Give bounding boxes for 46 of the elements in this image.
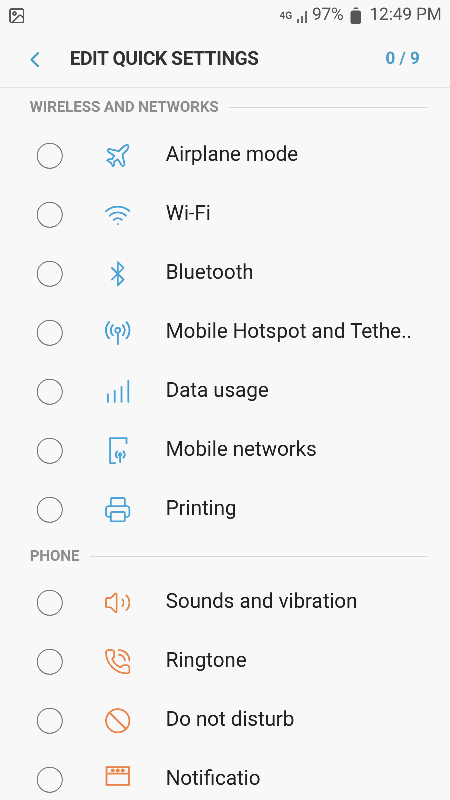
setting-label: Airplane mode <box>166 142 298 170</box>
settings-row[interactable]: Notificatio <box>0 750 450 800</box>
setting-label: Sounds and vibration <box>166 589 358 616</box>
settings-row[interactable]: Wi-Fi <box>0 185 450 244</box>
settings-row[interactable]: Data usage <box>0 362 450 421</box>
checkbox[interactable] <box>37 496 63 522</box>
printer-icon <box>104 496 132 524</box>
setting-label: Wi-Fi <box>166 201 212 228</box>
setting-label: Ringtone <box>166 648 247 676</box>
checkbox[interactable] <box>37 708 63 734</box>
section-header: WIRELESS AND NETWORKS <box>30 96 219 118</box>
settings-row[interactable]: Mobile networks <box>0 421 450 480</box>
checkbox[interactable] <box>37 438 63 464</box>
settings-row[interactable]: Mobile Hotspot and Tethe.. <box>0 303 450 362</box>
setting-label: Mobile Hotspot and Tethe.. <box>166 319 412 346</box>
setting-label: Notificatio <box>166 766 261 794</box>
battery-percent: 97% <box>312 4 344 28</box>
airplane-icon <box>104 142 132 170</box>
prohibited-icon <box>104 706 132 734</box>
settings-row[interactable]: Do not disturb <box>0 691 450 750</box>
settings-row[interactable]: Ringtone <box>0 632 450 691</box>
settings-row[interactable]: Printing <box>0 480 450 539</box>
section-header: PHONE <box>30 546 80 567</box>
setting-label: Mobile networks <box>166 437 317 464</box>
checkbox[interactable] <box>37 260 63 286</box>
selection-counter: 0 / 9 <box>386 48 420 71</box>
settings-row[interactable]: Sounds and vibration <box>0 573 450 632</box>
signal-icon <box>295 9 310 23</box>
checkbox[interactable] <box>37 766 63 792</box>
network-type: 4G <box>280 10 292 24</box>
setting-label: Do not disturb <box>166 707 295 734</box>
checkbox[interactable] <box>37 378 63 404</box>
checkbox[interactable] <box>37 320 63 346</box>
setting-label: Bluetooth <box>166 260 254 288</box>
settings-row[interactable]: Bluetooth <box>0 244 450 303</box>
page-title: EDIT QUICK SETTINGS <box>70 46 260 72</box>
setting-label: Data usage <box>166 378 269 406</box>
settings-row[interactable]: Airplane mode <box>0 126 450 185</box>
checkbox[interactable] <box>37 590 63 616</box>
checkbox[interactable] <box>37 202 63 228</box>
picture-notification-icon <box>8 7 26 25</box>
clock: 12:49 PM <box>370 4 442 28</box>
phone-icon <box>104 648 132 676</box>
checkbox[interactable] <box>37 142 63 168</box>
setting-label: Printing <box>166 496 237 524</box>
checkbox[interactable] <box>37 648 63 674</box>
